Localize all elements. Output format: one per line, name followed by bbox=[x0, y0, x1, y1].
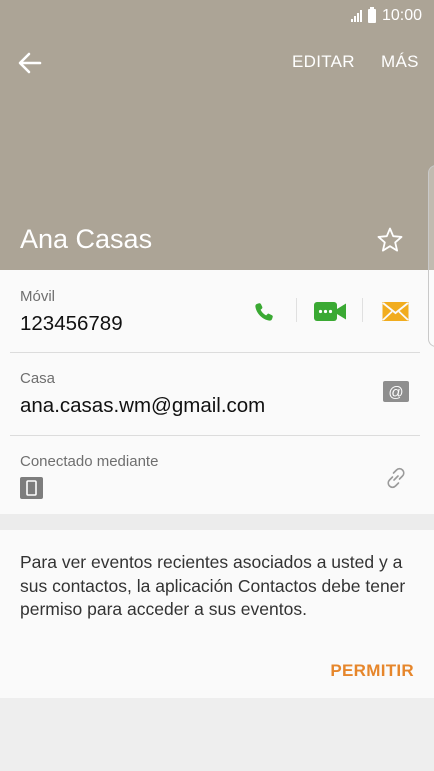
back-arrow-icon[interactable] bbox=[16, 50, 44, 76]
contact-details-card: Móvil 123456789 Casa ana.casas.wm@gmail.… bbox=[0, 270, 434, 514]
video-call-icon[interactable] bbox=[314, 301, 347, 322]
battery-icon bbox=[367, 7, 376, 23]
email-address: ana.casas.wm@gmail.com bbox=[20, 394, 266, 417]
linked-row: Conectado mediante bbox=[0, 436, 434, 514]
edge-panel-handle[interactable] bbox=[428, 165, 434, 347]
link-icon[interactable] bbox=[384, 466, 408, 490]
contact-name: Ana Casas bbox=[20, 224, 153, 254]
more-button[interactable]: MÁS bbox=[381, 52, 419, 72]
email-row[interactable]: Casa ana.casas.wm@gmail.com @ bbox=[0, 353, 434, 435]
email-label: Casa bbox=[20, 370, 56, 387]
svg-text:@: @ bbox=[388, 384, 403, 401]
status-time: 10:00 bbox=[381, 7, 422, 24]
phone-label: Móvil bbox=[20, 288, 56, 305]
phone-row[interactable]: Móvil 123456789 bbox=[0, 270, 434, 352]
section-gap bbox=[0, 514, 434, 530]
phone-number: 123456789 bbox=[20, 312, 123, 335]
status-bar: 10:00 bbox=[350, 6, 422, 26]
permission-message: Para ver eventos recientes asociados a u… bbox=[20, 552, 406, 619]
star-icon[interactable] bbox=[376, 226, 404, 254]
allow-button[interactable]: PERMITIR bbox=[330, 661, 414, 681]
email-icon[interactable]: @ bbox=[383, 381, 409, 402]
edit-button[interactable]: EDITAR bbox=[292, 52, 355, 72]
message-icon[interactable] bbox=[382, 301, 409, 322]
phone-icon[interactable] bbox=[252, 301, 276, 323]
signal-icon bbox=[350, 10, 362, 22]
empty-area bbox=[0, 698, 434, 771]
permission-card: Para ver eventos recientes asociados a u… bbox=[0, 530, 434, 698]
linked-label: Conectado mediante bbox=[20, 453, 159, 470]
tablet-icon bbox=[20, 477, 43, 499]
contact-header: 10:00 EDITAR MÁS Ana Casas bbox=[0, 0, 434, 270]
